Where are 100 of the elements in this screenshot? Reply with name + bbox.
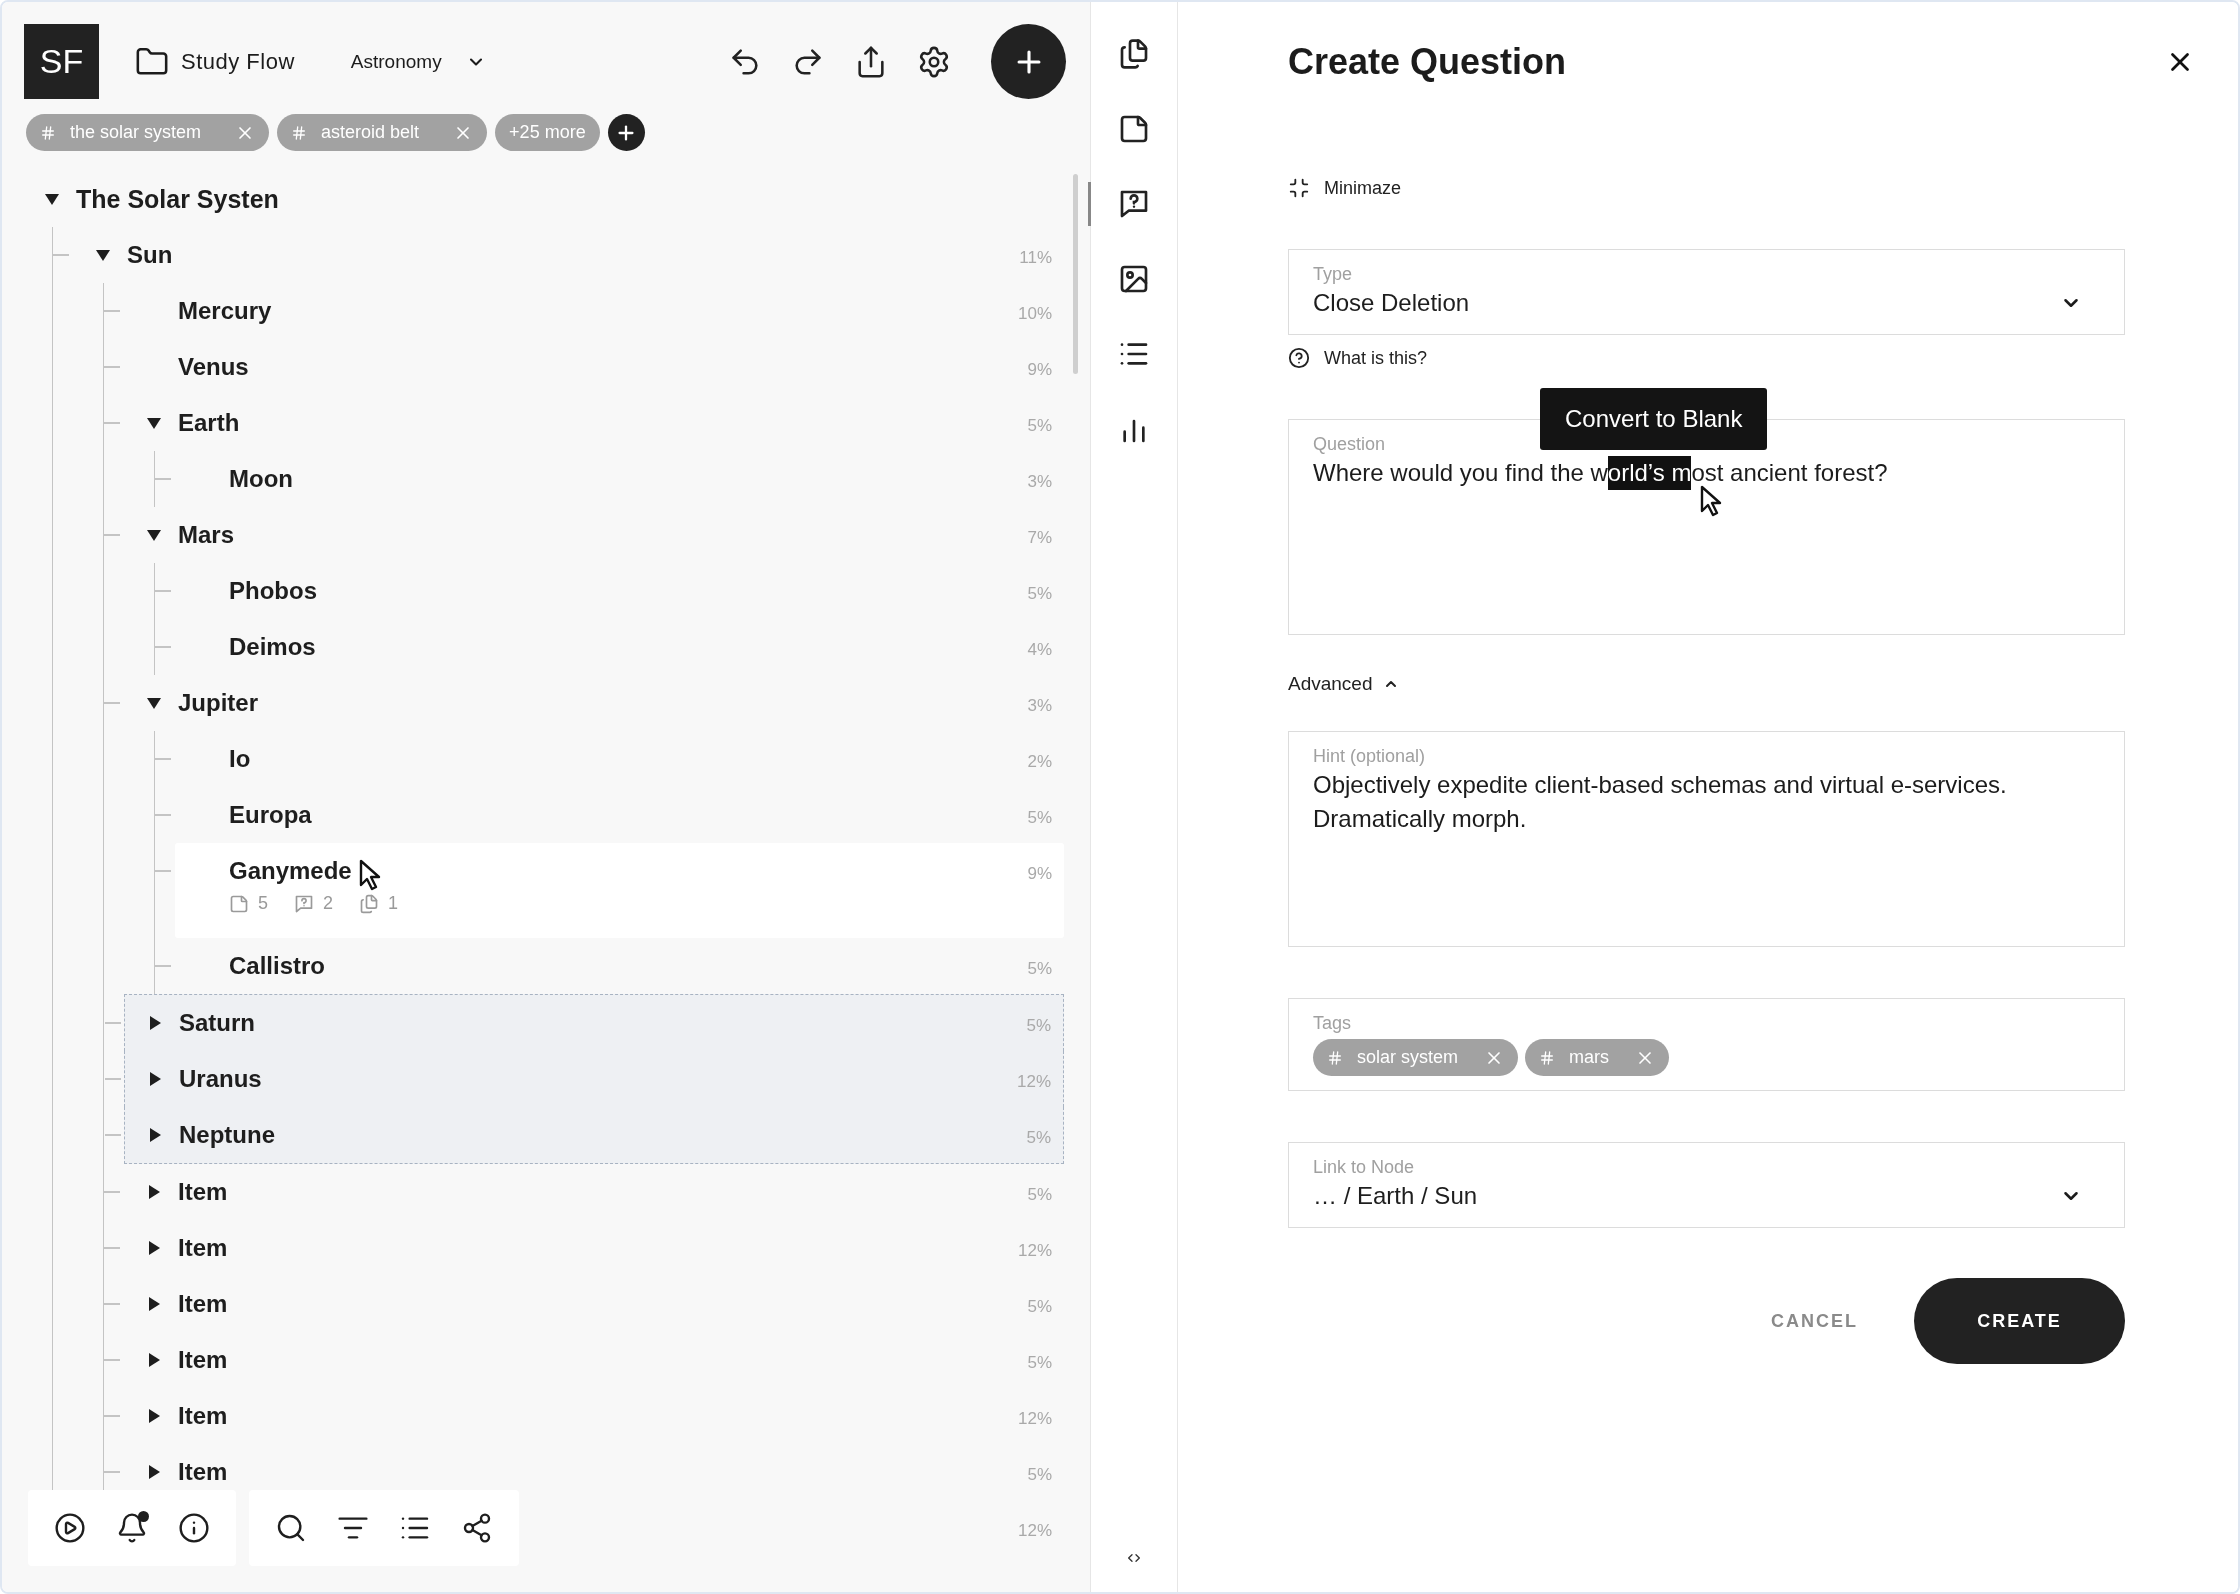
- minimize-button[interactable]: Minimaze: [1288, 176, 1402, 200]
- node-label: Sun: [127, 240, 173, 270]
- field-value: Objectively expedite client-based schemas and virtual e-services. Dramatically morph.: [1313, 770, 2008, 834]
- caret-icon[interactable]: [147, 1127, 163, 1143]
- search-icon: [275, 1512, 307, 1544]
- caret-icon[interactable]: [95, 247, 111, 263]
- progress-percent: 3%: [1027, 471, 1052, 493]
- field-label: Link to Node: [1313, 1156, 1416, 1179]
- question-bubble-icon: [294, 893, 314, 914]
- caret-icon[interactable]: [147, 1071, 163, 1087]
- progress-percent: 7%: [1027, 527, 1052, 549]
- node-label: Moon: [229, 464, 293, 494]
- question-text: Where would you find the w: [1313, 458, 1608, 488]
- progress-percent: 2%: [1027, 751, 1052, 773]
- node-label: Io: [229, 744, 251, 774]
- node-label: Item: [178, 1457, 228, 1487]
- tree-row[interactable]: The Solar Systen: [22, 171, 1064, 227]
- caret-icon[interactable]: [146, 1296, 162, 1312]
- node-label: The Solar Systen: [76, 184, 279, 215]
- progress-percent: 5%: [1027, 1296, 1052, 1318]
- cards-icon: [1118, 38, 1150, 70]
- progress-percent: 11%: [1019, 247, 1052, 269]
- progress-percent: 12%: [1016, 1071, 1051, 1093]
- progress-percent: 3%: [1027, 695, 1052, 717]
- caret-icon[interactable]: [146, 695, 162, 711]
- node-label: Ganymede: [229, 856, 352, 886]
- image-icon: [1118, 263, 1150, 295]
- question-bubble-icon: [1118, 188, 1150, 220]
- link-node-select[interactable]: Link to Node … / Earth / Sun: [1288, 1142, 2125, 1228]
- field-value: … / Earth / Sun: [1313, 1181, 1478, 1211]
- node-label: Deimos: [229, 632, 316, 662]
- progress-percent: 5%: [1027, 1464, 1052, 1486]
- caret-icon[interactable]: [146, 1408, 162, 1424]
- caret-icon[interactable]: [146, 415, 162, 431]
- nodes-icon: [461, 1512, 493, 1544]
- settings-icon: [917, 44, 951, 79]
- node-label: Item: [178, 1233, 228, 1263]
- progress-percent: 9%: [1027, 863, 1052, 885]
- help-link[interactable]: What is this?: [1288, 347, 1428, 369]
- tag-label: mars: [1569, 1047, 1610, 1068]
- progress-percent: 5%: [1026, 1127, 1051, 1149]
- question-text: ost ancient forest?: [1691, 458, 1888, 488]
- stat-count: 5: [258, 893, 268, 914]
- caret-icon[interactable]: [146, 1352, 162, 1368]
- progress-percent: 5%: [1027, 583, 1052, 605]
- node-label: Europa: [229, 800, 312, 830]
- field-label: Question: [1313, 433, 1387, 456]
- mouse-pointer-icon: [1700, 485, 1724, 517]
- help-label: What is this?: [1324, 347, 1428, 369]
- hash-icon: [40, 124, 56, 141]
- node-label: Phobos: [229, 576, 317, 606]
- hash-icon: [1539, 1049, 1556, 1066]
- node-label: Neptune: [179, 1120, 275, 1150]
- hint-field[interactable]: Hint (optional) Objectively expedite client-based schemas and virtual e-services. Dramatically morph.: [1288, 731, 2125, 947]
- node-label: Earth: [178, 408, 240, 438]
- cards-icon: [359, 893, 380, 914]
- dialog-title: Create Question: [1288, 40, 1567, 84]
- caret-icon[interactable]: [146, 1464, 162, 1480]
- node-label: Item: [178, 1177, 228, 1207]
- caret-icon[interactable]: [147, 1015, 163, 1031]
- play-icon: [54, 1512, 86, 1544]
- progress-percent: 5%: [1027, 415, 1052, 437]
- tag-label: the solar system: [70, 122, 202, 143]
- field-value: Close Deletion: [1313, 288, 1470, 318]
- hash-icon: [291, 124, 308, 141]
- app-logo[interactable]: SF: [24, 24, 99, 99]
- node-label: Venus: [178, 352, 249, 382]
- node-label: Item: [178, 1345, 228, 1375]
- node-label: Callistro: [229, 951, 326, 981]
- node-label: Item: [178, 1401, 228, 1431]
- minimize-label: Minimaze: [1324, 177, 1402, 199]
- progress-percent: 12%: [1017, 1240, 1052, 1262]
- type-select[interactable]: Type Close Deletion: [1288, 249, 2125, 335]
- progress-percent: 5%: [1026, 1015, 1051, 1037]
- progress-percent: 10%: [1017, 303, 1052, 325]
- node-label: Item: [178, 1289, 228, 1319]
- add-tag-button[interactable]: [607, 114, 645, 151]
- caret-icon[interactable]: [146, 527, 162, 543]
- advanced-toggle[interactable]: Advanced: [1288, 673, 1399, 695]
- stat-count: 1: [388, 893, 399, 914]
- tooltip[interactable]: Convert to Blank: [1540, 388, 1768, 450]
- progress-percent: 12%: [1017, 1520, 1052, 1542]
- progress-percent: 5%: [1027, 958, 1052, 980]
- scrollbar-thumb[interactable]: [1073, 174, 1078, 374]
- caret-icon[interactable]: [146, 1240, 162, 1256]
- node-label: Mars: [178, 520, 235, 550]
- progress-percent: 5%: [1027, 1352, 1052, 1374]
- note-icon: [229, 893, 249, 914]
- help-icon: [1288, 347, 1310, 369]
- node-label: Jupiter: [178, 688, 258, 718]
- stat-count: 2: [323, 893, 334, 914]
- minimize-icon: [1288, 177, 1310, 199]
- create-button[interactable]: CREATE: [1914, 1278, 2125, 1364]
- caret-icon[interactable]: [44, 191, 60, 207]
- subject-dropdown[interactable]: Astronomy: [350, 50, 486, 73]
- progress-percent: 12%: [1017, 1408, 1052, 1430]
- info-icon: [178, 1512, 210, 1544]
- caret-icon[interactable]: [146, 1184, 162, 1200]
- node-label: Saturn: [179, 1008, 255, 1038]
- progress-percent: 5%: [1027, 1184, 1052, 1206]
